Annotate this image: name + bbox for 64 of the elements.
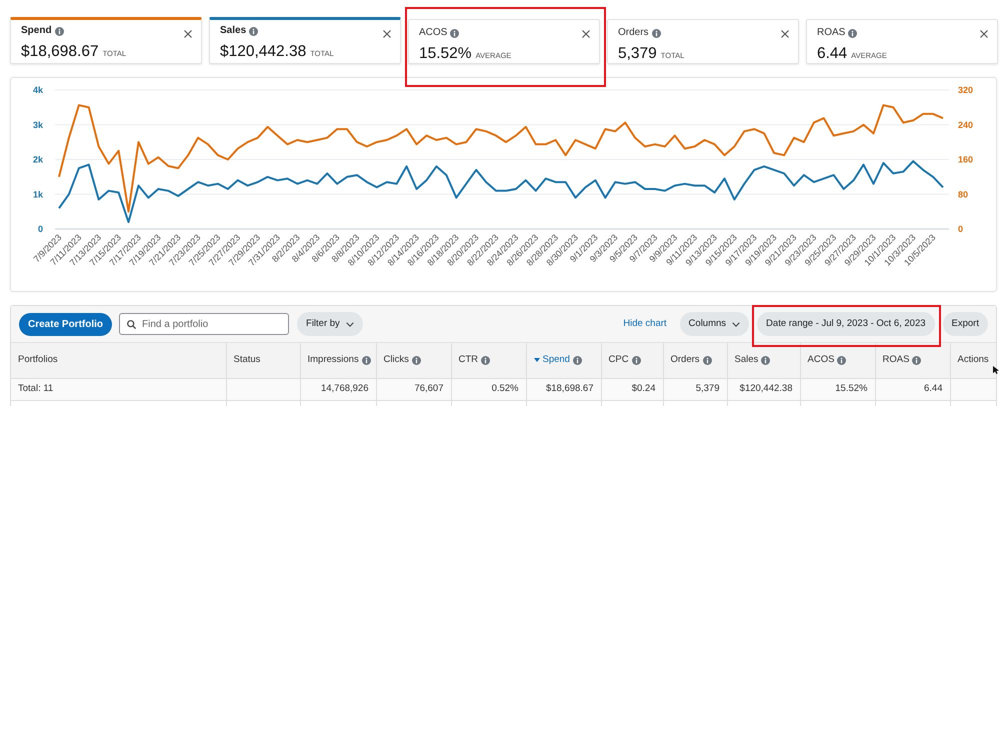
metric-value: 15.52% <box>419 44 472 63</box>
close-icon[interactable] <box>980 30 988 38</box>
column-header[interactable]: Actions <box>958 353 989 368</box>
column-header[interactable]: ACOS <box>808 353 834 368</box>
table-cell: $0.24 <box>601 378 663 400</box>
column-header[interactable]: Status <box>234 353 260 368</box>
info-icon <box>848 28 858 38</box>
metric-label: Sales <box>220 25 246 37</box>
y-axis-label: 0 <box>38 224 43 234</box>
metric-label: ROAS <box>817 27 846 39</box>
mouse-pointer-icon <box>993 366 999 374</box>
column-header[interactable]: ROAS <box>882 353 910 368</box>
column-header[interactable]: Spend <box>542 353 570 368</box>
metric-label: Spend <box>21 25 52 37</box>
column-header[interactable]: Orders <box>670 353 700 368</box>
search-input[interactable]: Find a portfolio <box>142 317 282 331</box>
info-icon <box>450 28 460 38</box>
metric-value: 6.44 <box>817 44 848 63</box>
metric-label: Orders <box>618 27 649 39</box>
columns-button[interactable]: Columns <box>680 312 750 336</box>
column-header[interactable]: Sales <box>734 353 758 368</box>
close-icon[interactable] <box>582 30 590 38</box>
column-header[interactable]: Impressions <box>308 353 359 368</box>
metric-value: $120,442.38 <box>220 42 306 61</box>
chevron-down-icon <box>346 322 354 326</box>
table-cell: 76,607 <box>376 378 451 400</box>
metric-label: ACOS <box>419 27 448 39</box>
chevron-down-icon <box>732 322 740 326</box>
close-icon[interactable] <box>184 30 192 38</box>
y-axis-label: 240 <box>958 120 974 130</box>
y-axis-label: 80 <box>958 189 968 200</box>
create-portfolio-button[interactable]: Create Portfolio <box>19 312 112 336</box>
info-icon <box>54 26 64 36</box>
y-axis-label: 320 <box>958 85 974 95</box>
table-cell: 6.44 <box>875 378 950 400</box>
table-cell: 14,768,926 <box>300 378 376 400</box>
date-range-button[interactable]: Date range - Jul 9, 2023 - Oct 6, 2023 <box>757 312 935 336</box>
table-cell: $18,698.67 <box>526 378 601 400</box>
column-header[interactable]: CPC <box>608 353 629 368</box>
column-header[interactable]: Portfolios <box>18 353 58 368</box>
y-axis-label: 0 <box>958 224 964 234</box>
column-header[interactable]: CTR <box>458 353 478 368</box>
info-icon <box>249 26 258 36</box>
table-cell: 15.52% <box>800 378 875 400</box>
close-icon[interactable] <box>781 30 789 38</box>
close-icon[interactable] <box>383 30 391 38</box>
metric-value: $18,698.67 <box>21 42 99 61</box>
search-field[interactable]: Find a portfolio <box>119 313 290 335</box>
search-icon <box>127 320 136 328</box>
filter-button[interactable]: Filter by <box>297 312 363 336</box>
y-axis-label: 160 <box>958 154 974 164</box>
table-cell: $120,442.38 <box>727 378 800 400</box>
info-icon <box>652 28 661 38</box>
hide-chart-link[interactable]: Hide chart <box>623 316 667 332</box>
export-button[interactable]: Export <box>942 312 988 336</box>
y-axis-label: 4k <box>32 85 43 95</box>
table-cell: 5,379 <box>663 378 727 400</box>
metric-value: 5,379 <box>618 44 657 63</box>
column-header[interactable]: Clicks <box>384 353 409 368</box>
table-cell: Total: 11 <box>11 378 226 400</box>
table-cell: 0.52% <box>451 378 526 400</box>
y-axis-label: 1k <box>32 189 43 200</box>
y-axis-label: 3k <box>32 120 43 130</box>
y-axis-label: 2k <box>32 154 43 164</box>
